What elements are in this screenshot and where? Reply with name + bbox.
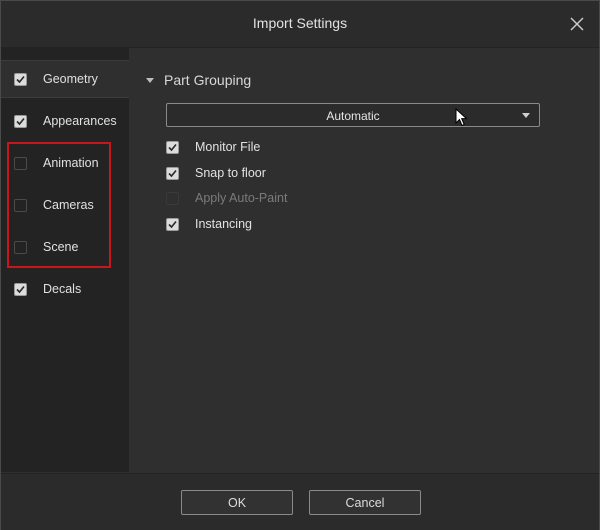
sidebar-item-cameras[interactable]: Cameras	[1, 187, 129, 223]
part-grouping-header[interactable]: Part Grouping	[146, 72, 251, 88]
import-settings-dialog: Import Settings Geometry Appearances Ani…	[0, 0, 600, 530]
title-bar: Import Settings	[1, 1, 599, 48]
sidebar-item-animation[interactable]: Animation	[1, 145, 129, 181]
scene-checkbox[interactable]	[14, 240, 27, 254]
sidebar-item-geometry[interactable]: Geometry	[1, 60, 129, 98]
settings-panel: Part Grouping Automatic Monitor File Sna…	[130, 48, 599, 472]
ok-button[interactable]: OK	[181, 490, 293, 515]
sidebar-item-label: Geometry	[43, 72, 98, 86]
sidebar-item-scene[interactable]: Scene	[1, 229, 129, 265]
sidebar: Geometry Appearances Animation Cameras S…	[1, 48, 129, 472]
dialog-title: Import Settings	[252, 15, 348, 31]
chevron-down-icon	[522, 113, 530, 118]
sidebar-item-label: Scene	[43, 240, 79, 254]
dropdown-value: Automatic	[326, 109, 380, 123]
option-label: Snap to floor	[195, 166, 266, 180]
sidebar-item-appearances[interactable]: Appearances	[1, 103, 129, 139]
part-grouping-dropdown[interactable]: Automatic	[166, 103, 540, 127]
option-label: Monitor File	[195, 140, 261, 154]
cancel-button[interactable]: Cancel	[309, 490, 421, 515]
option-apply-auto-paint: Apply Auto-Paint	[166, 191, 287, 205]
sidebar-item-label: Animation	[43, 156, 99, 170]
appearances-checkbox[interactable]	[14, 114, 27, 128]
option-monitor-file[interactable]: Monitor File	[166, 140, 260, 154]
monitor-file-checkbox[interactable]	[166, 140, 179, 154]
geometry-checkbox[interactable]	[14, 72, 27, 86]
sidebar-item-label: Decals	[43, 282, 82, 296]
animation-checkbox[interactable]	[14, 156, 27, 170]
option-label: Instancing	[195, 217, 252, 231]
sidebar-item-decals[interactable]: Decals	[1, 271, 129, 307]
dialog-footer: OK Cancel	[1, 473, 599, 530]
sidebar-item-label: Cameras	[43, 198, 94, 212]
collapse-triangle-icon	[146, 77, 154, 83]
close-icon[interactable]	[567, 14, 587, 34]
sidebar-item-label: Appearances	[43, 114, 117, 128]
section-title: Part Grouping	[164, 72, 252, 88]
option-label: Apply Auto-Paint	[195, 191, 288, 205]
snap-to-floor-checkbox[interactable]	[166, 166, 179, 180]
apply-auto-paint-checkbox	[166, 191, 179, 205]
instancing-checkbox[interactable]	[166, 217, 179, 231]
option-instancing[interactable]: Instancing	[166, 217, 252, 231]
cameras-checkbox[interactable]	[14, 198, 27, 212]
option-snap-to-floor[interactable]: Snap to floor	[166, 166, 266, 180]
decals-checkbox[interactable]	[14, 282, 27, 296]
